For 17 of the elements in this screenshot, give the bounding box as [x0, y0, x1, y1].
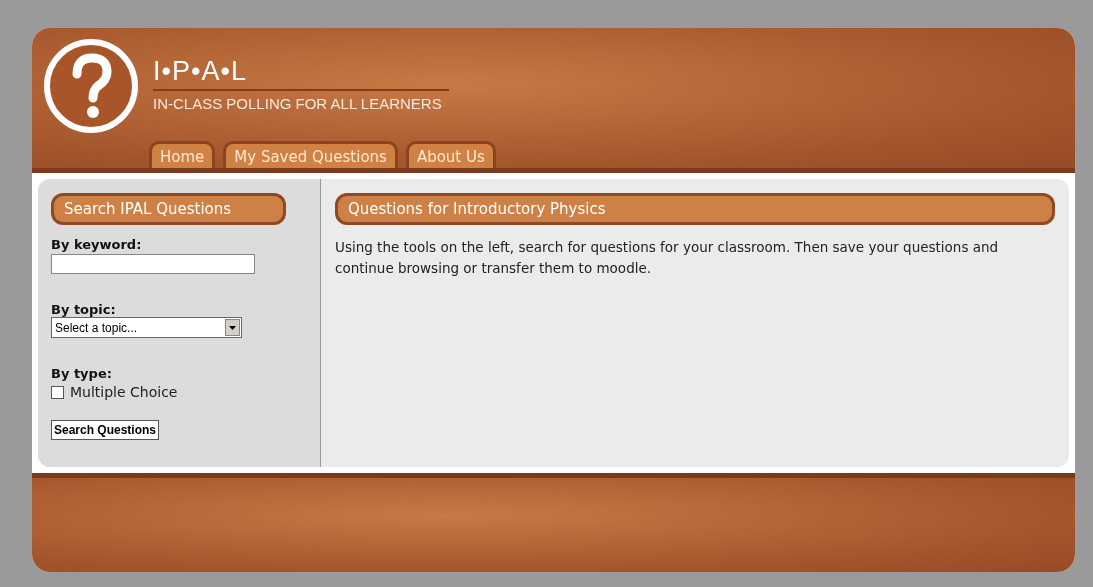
search-button[interactable]: Search Questions [51, 420, 160, 440]
section-heading: Questions for Introductory Physics [335, 193, 1055, 225]
field-label: By topic: [51, 302, 116, 317]
nav-tab[interactable]: My Saved Questions [223, 141, 398, 168]
site-subtitle: IN-CLASS POLLING FOR ALL LEARNERS [153, 95, 443, 112]
field-label: By keyword: [51, 237, 142, 252]
question-mark-icon [43, 38, 139, 134]
keyword-input[interactable] [51, 254, 255, 274]
checkbox[interactable] [51, 385, 64, 399]
site-title: I•P•A•L [153, 56, 449, 91]
topic-dropdown[interactable]: Select a topic... [51, 317, 242, 338]
nav-tab[interactable]: Home [149, 141, 216, 168]
checkbox-label: Multiple Choice [70, 384, 178, 400]
section-heading: Search IPAL Questions [51, 193, 286, 225]
field-label: By type: [51, 366, 112, 381]
intro-text: Using the tools on the left, search for questions for your classroom. Then save your questions and continue browsing or transfer them to moodle. [335, 238, 1000, 278]
nav-tab[interactable]: About Us [405, 141, 496, 168]
